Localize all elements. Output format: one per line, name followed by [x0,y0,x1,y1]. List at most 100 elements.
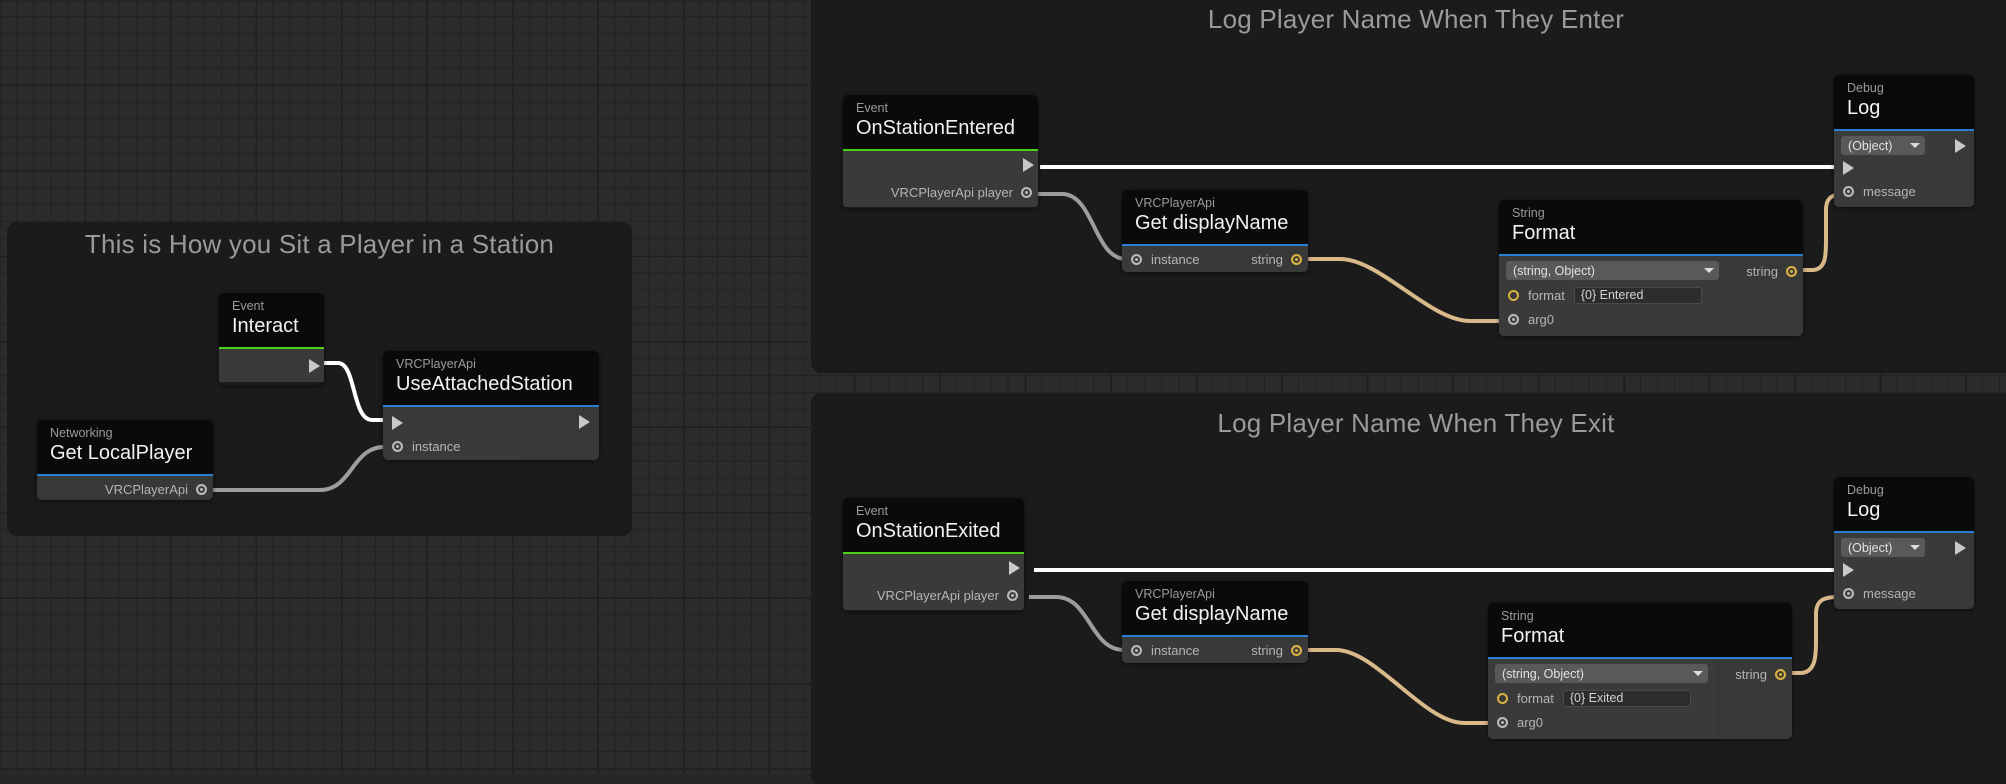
node-category: Event [232,299,264,313]
node-get-localplayer[interactable]: Networking Get LocalPlayer VRCPlayerApi [37,420,213,500]
output-port-label: VRCPlayerApi player [876,587,999,603]
output-flow-port[interactable] [1955,139,1966,153]
node-header: VRCPlayerApi UseAttachedStation [383,351,599,405]
node-get-displayname-exit[interactable]: VRCPlayerApi Get displayName instance st… [1122,581,1308,663]
input-port-label: format [1528,287,1565,303]
input-flow-port[interactable] [1843,161,1854,175]
input-flow-port[interactable] [1843,563,1854,577]
node-title: Get LocalPlayer [50,442,193,464]
output-flow-port[interactable] [1955,541,1966,555]
input-port-label: instance [1151,642,1200,658]
node-header: Event OnStationExited [843,498,1024,552]
node-body: (Object) message [1834,533,1974,609]
node-category: VRCPlayerApi [1135,196,1215,210]
node-category: String [1501,609,1534,623]
input-object-port[interactable] [1843,185,1854,197]
overload-dropdown[interactable]: (string, Object) [1506,261,1719,280]
node-title: OnStationExited [856,520,1001,542]
input-port-label: arg0 [1528,311,1555,327]
node-category: String [1512,206,1545,220]
overload-dropdown[interactable]: (Object) [1841,136,1925,155]
output-flow-port[interactable] [579,415,590,429]
output-flow-row [843,554,1024,582]
input-port-label: instance [1151,251,1200,267]
output-string-port[interactable] [1786,266,1797,277]
output-flow-port[interactable] [1009,561,1020,575]
node-get-displayname-enter[interactable]: VRCPlayerApi Get displayName instance st… [1122,190,1308,272]
overload-dropdown[interactable]: (Object) [1841,538,1925,557]
node-header: Event OnStationEntered [843,95,1038,149]
node-title: Get displayName [1135,212,1289,234]
node-body: (string, Object) format {0} Entered arg0… [1499,256,1803,336]
output-string-port[interactable] [1291,644,1302,656]
input-object-port[interactable] [1508,313,1519,325]
input-port-label: instance [412,438,461,454]
node-title: Format [1512,222,1576,244]
group-title-log-enter: Log Player Name When They Enter [1207,4,1625,34]
output-player-row: VRCPlayerApi player [843,582,1024,608]
chevron-down-icon [1704,268,1714,273]
node-title: Interact [232,315,299,337]
input-object-port[interactable] [1843,587,1854,599]
node-title: Get displayName [1135,603,1289,625]
input-string-port[interactable] [1497,692,1508,704]
output-string-port[interactable] [1291,253,1302,265]
output-port-label: string [1251,251,1283,267]
node-title: OnStationEntered [856,117,1015,139]
node-interact[interactable]: Event Interact [219,293,324,385]
node-title: Log [1847,499,1881,521]
input-message-row: message [1834,581,1929,605]
chevron-down-icon [1910,143,1920,148]
input-flow-row [1834,157,1929,179]
node-header: VRCPlayerApi Get displayName [1122,190,1308,244]
input-flow-row [1834,559,1929,581]
node-body: (string, Object) format {0} Exited arg0 … [1488,659,1792,739]
node-title: UseAttachedStation [396,373,573,395]
input-flow-port[interactable] [392,416,403,430]
output-string-port[interactable] [1775,669,1786,680]
node-title: Format [1501,625,1565,647]
node-use-attached-station[interactable]: VRCPlayerApi UseAttachedStation instance [383,351,599,460]
output-flow-port[interactable] [309,358,320,373]
output-port-label: string [1735,667,1767,682]
node-body [219,349,324,382]
format-text-field[interactable]: {0} Exited [1562,689,1691,707]
node-body: VRCPlayerApi player [843,554,1024,610]
format-text-field[interactable]: {0} Entered [1573,286,1702,304]
node-on-station-exited[interactable]: Event OnStationExited VRCPlayerApi playe… [843,498,1024,611]
output-flow-row [843,151,1038,179]
overload-value: (Object) [1848,540,1893,555]
node-format-exit[interactable]: String Format (string, Object) format {0… [1488,603,1792,739]
node-debug-log-enter[interactable]: Debug Log (Object) message [1834,75,1974,207]
node-debug-log-exit[interactable]: Debug Log (Object) message [1834,477,1974,609]
input-port-label: message [1863,585,1916,601]
overload-dropdown[interactable]: (string, Object) [1495,664,1708,683]
node-category: Debug [1847,483,1884,497]
node-body: (Object) message [1834,131,1974,207]
node-header: Event Interact [219,293,324,347]
input-port-label: format [1517,690,1554,706]
node-header: Networking Get LocalPlayer [37,420,213,474]
output-object-port[interactable] [1021,186,1032,198]
node-body: instance [383,407,599,460]
output-object-port[interactable] [1007,589,1018,601]
output-flow-port[interactable] [1023,158,1034,172]
input-object-port[interactable] [392,440,403,452]
input-string-port[interactable] [1508,289,1519,301]
node-category: VRCPlayerApi [396,357,476,371]
overload-value: (string, Object) [1502,666,1584,681]
input-object-port[interactable] [1131,644,1142,656]
node-header: Debug Log [1834,75,1974,129]
node-header: String Format [1488,603,1792,657]
node-body: VRCPlayerApi player [843,151,1038,207]
node-category: Event [856,101,888,115]
output-object-port[interactable] [196,483,207,495]
node-format-enter[interactable]: String Format (string, Object) format {0… [1499,200,1803,336]
input-object-port[interactable] [1131,253,1142,265]
input-object-port[interactable] [1497,716,1508,728]
output-port-label: VRCPlayerApi player [890,184,1013,200]
node-category: Event [856,504,888,518]
node-category: VRCPlayerApi [1135,587,1215,601]
node-on-station-entered[interactable]: Event OnStationEntered VRCPlayerApi play… [843,95,1038,208]
node-body: VRCPlayerApi [37,476,213,500]
